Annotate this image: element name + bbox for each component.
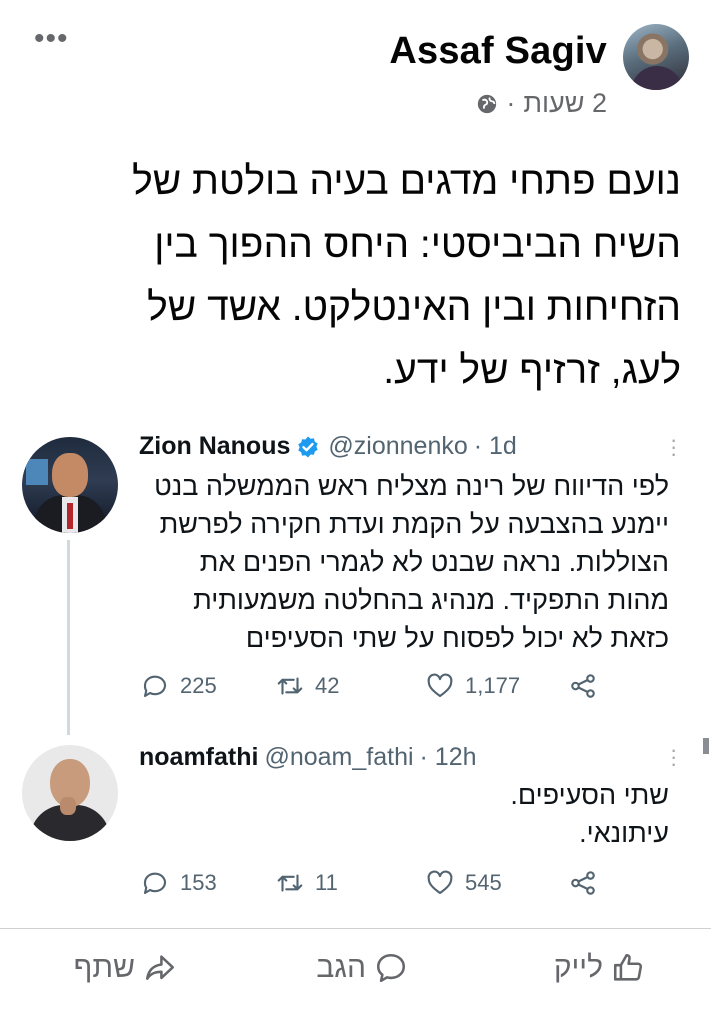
retweet-icon xyxy=(277,874,303,892)
tweet-reply: 225 xyxy=(140,671,217,701)
share-nodes-icon xyxy=(571,871,595,895)
tweet-body-line: מהות התפקיד. מנהיג בהחלטה משמעותית xyxy=(193,585,669,615)
tweet-actions: 153 11 545 xyxy=(140,868,610,902)
comment-button[interactable]: הגב xyxy=(316,951,408,985)
thumbs-up-icon xyxy=(613,953,643,981)
verified-badge-icon xyxy=(298,436,319,457)
tweet-share xyxy=(568,868,598,898)
like-count: 1,177 xyxy=(465,673,521,698)
comment-label: הגב xyxy=(316,951,366,984)
tweet-handle: @noam_fathi xyxy=(264,743,414,771)
reply-count: 153 xyxy=(180,870,217,895)
share-arrow-icon xyxy=(145,955,175,980)
retweet-count: 42 xyxy=(315,673,340,698)
tweet-handle: @zionnenko xyxy=(328,432,468,460)
tweet-header: noamfathi @noam_fathi · 12h xyxy=(139,743,477,772)
tweet-share xyxy=(568,671,598,701)
retweet-icon xyxy=(277,677,303,695)
tweet-more-icon: · · · xyxy=(670,737,678,776)
share-button[interactable]: שתף xyxy=(74,951,177,985)
tweet-time: · 1d xyxy=(473,432,517,460)
tweet-retweet: 11 xyxy=(275,868,338,898)
tweet-body-line: כזאת לא יכול לפסוח על שתי הסעיפים xyxy=(245,623,669,653)
reply-icon xyxy=(143,675,167,698)
tweet-like: 1,177 xyxy=(425,671,520,701)
tweet-header: Zion Nanous @zionnenko · 1d xyxy=(139,432,517,461)
tweet-body: לפי הדיווח של רינה מצליח ראש הממשלה בנט … xyxy=(139,467,669,657)
retweet-count: 11 xyxy=(315,870,338,895)
heart-icon xyxy=(427,870,453,895)
share-label: שתף xyxy=(73,951,135,984)
like-button[interactable]: לייק xyxy=(554,951,645,985)
tweet-body-line: שתי הסעיפים. xyxy=(510,780,669,810)
post-action-bar: לייק הגב שתף xyxy=(0,928,711,1024)
tweet-author-name: Zion Nanous xyxy=(139,432,291,460)
like-label: לייק xyxy=(553,951,603,984)
embedded-tweet-thread: Zion Nanous @zionnenko · 1d · · · לפי הדיו… xyxy=(0,0,711,895)
comment-icon xyxy=(376,953,406,983)
reply-icon xyxy=(143,872,167,895)
share-nodes-icon xyxy=(571,674,595,698)
reply-count: 225 xyxy=(180,673,217,698)
tweet-avatar xyxy=(22,745,118,841)
tweet-body-line: לפי הדיווח של רינה מצליח ראש הממשלה בנט xyxy=(154,471,669,501)
tweet-retweet: 42 xyxy=(275,671,339,701)
tweet-body-line: עיתונאי. xyxy=(579,818,669,848)
tweet-author-name: noamfathi xyxy=(139,743,259,771)
scroll-indicator[interactable] xyxy=(703,738,709,754)
heart-icon xyxy=(427,673,453,698)
tweet-body-line: הצוללות. נראה שבנט לא לגמרי הפנים את xyxy=(199,547,669,577)
tweet-body: שתי הסעיפים. עיתונאי. xyxy=(139,776,669,852)
thread-connector-line xyxy=(67,540,70,735)
tweet-body-line: יימנע בהצבעה על הקמת ועדת חקירה לפרשת xyxy=(159,509,669,539)
tweet-reply: 153 xyxy=(140,868,217,898)
like-count: 545 xyxy=(465,870,502,895)
tweet-actions: 225 42 1,177 xyxy=(140,671,610,705)
tweet-more-icon: · · · xyxy=(670,427,678,466)
tweet-avatar xyxy=(22,437,118,533)
tweet-time: · 12h xyxy=(419,743,477,771)
tweet-like: 545 xyxy=(425,868,502,898)
